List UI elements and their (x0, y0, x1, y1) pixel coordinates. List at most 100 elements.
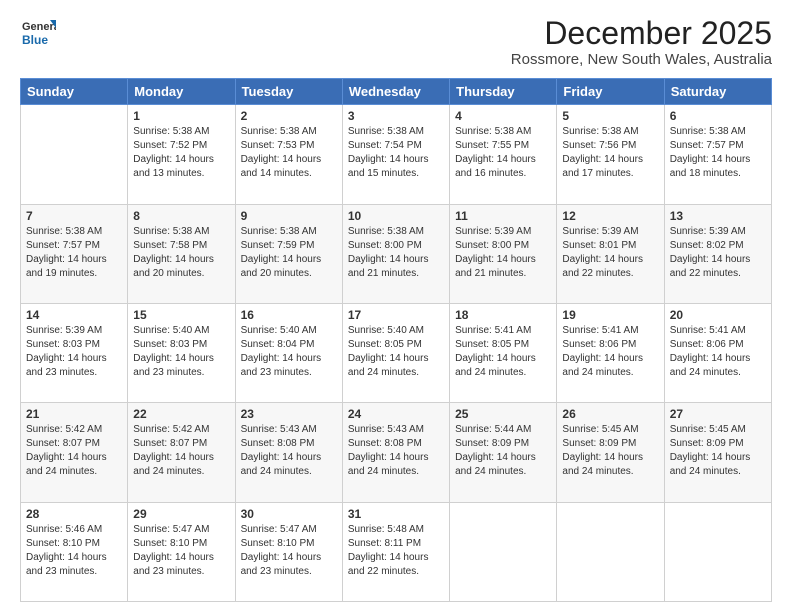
day-number: 8 (133, 209, 229, 223)
day-number: 10 (348, 209, 444, 223)
day-info: Sunrise: 5:38 AM Sunset: 7:59 PM Dayligh… (241, 225, 337, 281)
day-number: 4 (455, 109, 551, 123)
day-number: 5 (562, 109, 658, 123)
day-number: 24 (348, 407, 444, 421)
logo: General Blue (20, 16, 56, 52)
day-info: Sunrise: 5:40 AM Sunset: 8:05 PM Dayligh… (348, 324, 444, 380)
svg-text:Blue: Blue (22, 33, 48, 47)
cell-w2-d5: 11Sunrise: 5:39 AM Sunset: 8:00 PM Dayli… (450, 204, 557, 303)
cell-w4-d7: 27Sunrise: 5:45 AM Sunset: 8:09 PM Dayli… (664, 403, 771, 502)
cell-w1-d5: 4 Sunrise: 5:38 AM Sunset: 7:55 PM Daylig… (450, 105, 557, 204)
day-number: 16 (241, 308, 337, 322)
day-number: 22 (133, 407, 229, 421)
cell-w3-d2: 15 Sunrise: 5:40 AM Sunset: 8:03 PM Dayli… (128, 303, 235, 402)
day-info: Sunrise: 5:48 AM Sunset: 8:11 PM Dayligh… (348, 523, 444, 579)
cell-w3-d1: 14Sunrise: 5:39 AM Sunset: 8:03 PM Dayli… (21, 303, 128, 402)
day-info: Sunrise: 5:43 AM Sunset: 8:08 PM Dayligh… (348, 423, 444, 479)
day-number: 25 (455, 407, 551, 421)
day-number: 12 (562, 209, 658, 223)
day-info: Sunrise: 5:45 AM Sunset: 8:09 PM Dayligh… (562, 423, 658, 479)
day-info: Sunrise: 5:38 AM Sunset: 7:58 PM Dayligh… (133, 225, 229, 281)
subtitle: Rossmore, New South Wales, Australia (511, 51, 772, 68)
day-info: Sunrise: 5:45 AM Sunset: 8:09 PM Dayligh… (670, 423, 766, 479)
day-number: 15 (133, 308, 229, 322)
page: General Blue December 2025 Rossmore, New… (0, 0, 792, 612)
day-number: 7 (26, 209, 122, 223)
day-info: Sunrise: 5:38 AM Sunset: 8:00 PM Dayligh… (348, 225, 444, 281)
day-info: Sunrise: 5:39 AM Sunset: 8:02 PM Dayligh… (670, 225, 766, 281)
svg-text:General: General (22, 21, 56, 33)
day-info: Sunrise: 5:38 AM Sunset: 7:57 PM Dayligh… (670, 125, 766, 181)
day-info: Sunrise: 5:38 AM Sunset: 7:55 PM Dayligh… (455, 125, 551, 181)
week-row-3: 14Sunrise: 5:39 AM Sunset: 8:03 PM Dayli… (21, 303, 772, 402)
day-number: 14 (26, 308, 122, 322)
cell-w5-d5 (450, 502, 557, 601)
day-info: Sunrise: 5:40 AM Sunset: 8:03 PM Dayligh… (133, 324, 229, 380)
cell-w3-d7: 20Sunrise: 5:41 AM Sunset: 8:06 PM Dayli… (664, 303, 771, 402)
header-friday: Friday (557, 79, 664, 105)
header: General Blue December 2025 Rossmore, New… (20, 16, 772, 68)
header-wednesday: Wednesday (342, 79, 449, 105)
cell-w2-d6: 12 Sunrise: 5:39 AM Sunset: 8:01 PM Dayli… (557, 204, 664, 303)
day-number: 18 (455, 308, 551, 322)
day-info: Sunrise: 5:39 AM Sunset: 8:00 PM Dayligh… (455, 225, 551, 281)
cell-w5-d7 (664, 502, 771, 601)
day-number: 21 (26, 407, 122, 421)
day-number: 23 (241, 407, 337, 421)
day-number: 29 (133, 507, 229, 521)
cell-w4-d5: 25 Sunrise: 5:44 AM Sunset: 8:09 PM Dayli… (450, 403, 557, 502)
cell-w1-d1 (21, 105, 128, 204)
calendar-header-row: SundayMondayTuesdayWednesdayThursdayFrid… (21, 79, 772, 105)
day-number: 2 (241, 109, 337, 123)
cell-w3-d6: 19 Sunrise: 5:41 AM Sunset: 8:06 PM Dayli… (557, 303, 664, 402)
cell-w5-d2: 29 Sunrise: 5:47 AM Sunset: 8:10 PM Dayli… (128, 502, 235, 601)
header-thursday: Thursday (450, 79, 557, 105)
cell-w5-d1: 28 Sunrise: 5:46 AM Sunset: 8:10 PM Dayli… (21, 502, 128, 601)
day-number: 9 (241, 209, 337, 223)
cell-w2-d2: 8 Sunrise: 5:38 AM Sunset: 7:58 PM Daylig… (128, 204, 235, 303)
day-info: Sunrise: 5:38 AM Sunset: 7:53 PM Dayligh… (241, 125, 337, 181)
day-info: Sunrise: 5:40 AM Sunset: 8:04 PM Dayligh… (241, 324, 337, 380)
day-info: Sunrise: 5:43 AM Sunset: 8:08 PM Dayligh… (241, 423, 337, 479)
cell-w1-d7: 6 Sunrise: 5:38 AM Sunset: 7:57 PM Daylig… (664, 105, 771, 204)
cell-w1-d6: 5Sunrise: 5:38 AM Sunset: 7:56 PM Daylig… (557, 105, 664, 204)
day-number: 3 (348, 109, 444, 123)
week-row-4: 21 Sunrise: 5:42 AM Sunset: 8:07 PM Dayli… (21, 403, 772, 502)
day-number: 26 (562, 407, 658, 421)
day-number: 28 (26, 507, 122, 521)
day-info: Sunrise: 5:38 AM Sunset: 7:57 PM Dayligh… (26, 225, 122, 281)
cell-w5-d3: 30Sunrise: 5:47 AM Sunset: 8:10 PM Dayli… (235, 502, 342, 601)
main-title: December 2025 (511, 16, 772, 51)
week-row-2: 7 Sunrise: 5:38 AM Sunset: 7:57 PM Daylig… (21, 204, 772, 303)
logo-svg: General Blue (20, 16, 56, 52)
cell-w4-d1: 21 Sunrise: 5:42 AM Sunset: 8:07 PM Dayli… (21, 403, 128, 502)
day-info: Sunrise: 5:38 AM Sunset: 7:54 PM Dayligh… (348, 125, 444, 181)
title-block: December 2025 Rossmore, New South Wales,… (511, 16, 772, 68)
day-info: Sunrise: 5:42 AM Sunset: 8:07 PM Dayligh… (133, 423, 229, 479)
day-info: Sunrise: 5:39 AM Sunset: 8:01 PM Dayligh… (562, 225, 658, 281)
cell-w5-d4: 31Sunrise: 5:48 AM Sunset: 8:11 PM Dayli… (342, 502, 449, 601)
cell-w3-d3: 16 Sunrise: 5:40 AM Sunset: 8:04 PM Dayli… (235, 303, 342, 402)
header-tuesday: Tuesday (235, 79, 342, 105)
day-info: Sunrise: 5:41 AM Sunset: 8:06 PM Dayligh… (562, 324, 658, 380)
day-number: 19 (562, 308, 658, 322)
cell-w1-d3: 2 Sunrise: 5:38 AM Sunset: 7:53 PM Daylig… (235, 105, 342, 204)
calendar-table: SundayMondayTuesdayWednesdayThursdayFrid… (20, 78, 772, 602)
day-info: Sunrise: 5:41 AM Sunset: 8:05 PM Dayligh… (455, 324, 551, 380)
day-info: Sunrise: 5:46 AM Sunset: 8:10 PM Dayligh… (26, 523, 122, 579)
day-number: 6 (670, 109, 766, 123)
cell-w1-d4: 3 Sunrise: 5:38 AM Sunset: 7:54 PM Daylig… (342, 105, 449, 204)
header-monday: Monday (128, 79, 235, 105)
day-info: Sunrise: 5:38 AM Sunset: 7:52 PM Dayligh… (133, 125, 229, 181)
day-info: Sunrise: 5:47 AM Sunset: 8:10 PM Dayligh… (133, 523, 229, 579)
cell-w5-d6 (557, 502, 664, 601)
day-info: Sunrise: 5:47 AM Sunset: 8:10 PM Dayligh… (241, 523, 337, 579)
cell-w2-d4: 10 Sunrise: 5:38 AM Sunset: 8:00 PM Dayli… (342, 204, 449, 303)
cell-w3-d4: 17Sunrise: 5:40 AM Sunset: 8:05 PM Dayli… (342, 303, 449, 402)
day-info: Sunrise: 5:42 AM Sunset: 8:07 PM Dayligh… (26, 423, 122, 479)
day-info: Sunrise: 5:41 AM Sunset: 8:06 PM Dayligh… (670, 324, 766, 380)
day-info: Sunrise: 5:44 AM Sunset: 8:09 PM Dayligh… (455, 423, 551, 479)
header-saturday: Saturday (664, 79, 771, 105)
cell-w2-d7: 13Sunrise: 5:39 AM Sunset: 8:02 PM Dayli… (664, 204, 771, 303)
header-sunday: Sunday (21, 79, 128, 105)
